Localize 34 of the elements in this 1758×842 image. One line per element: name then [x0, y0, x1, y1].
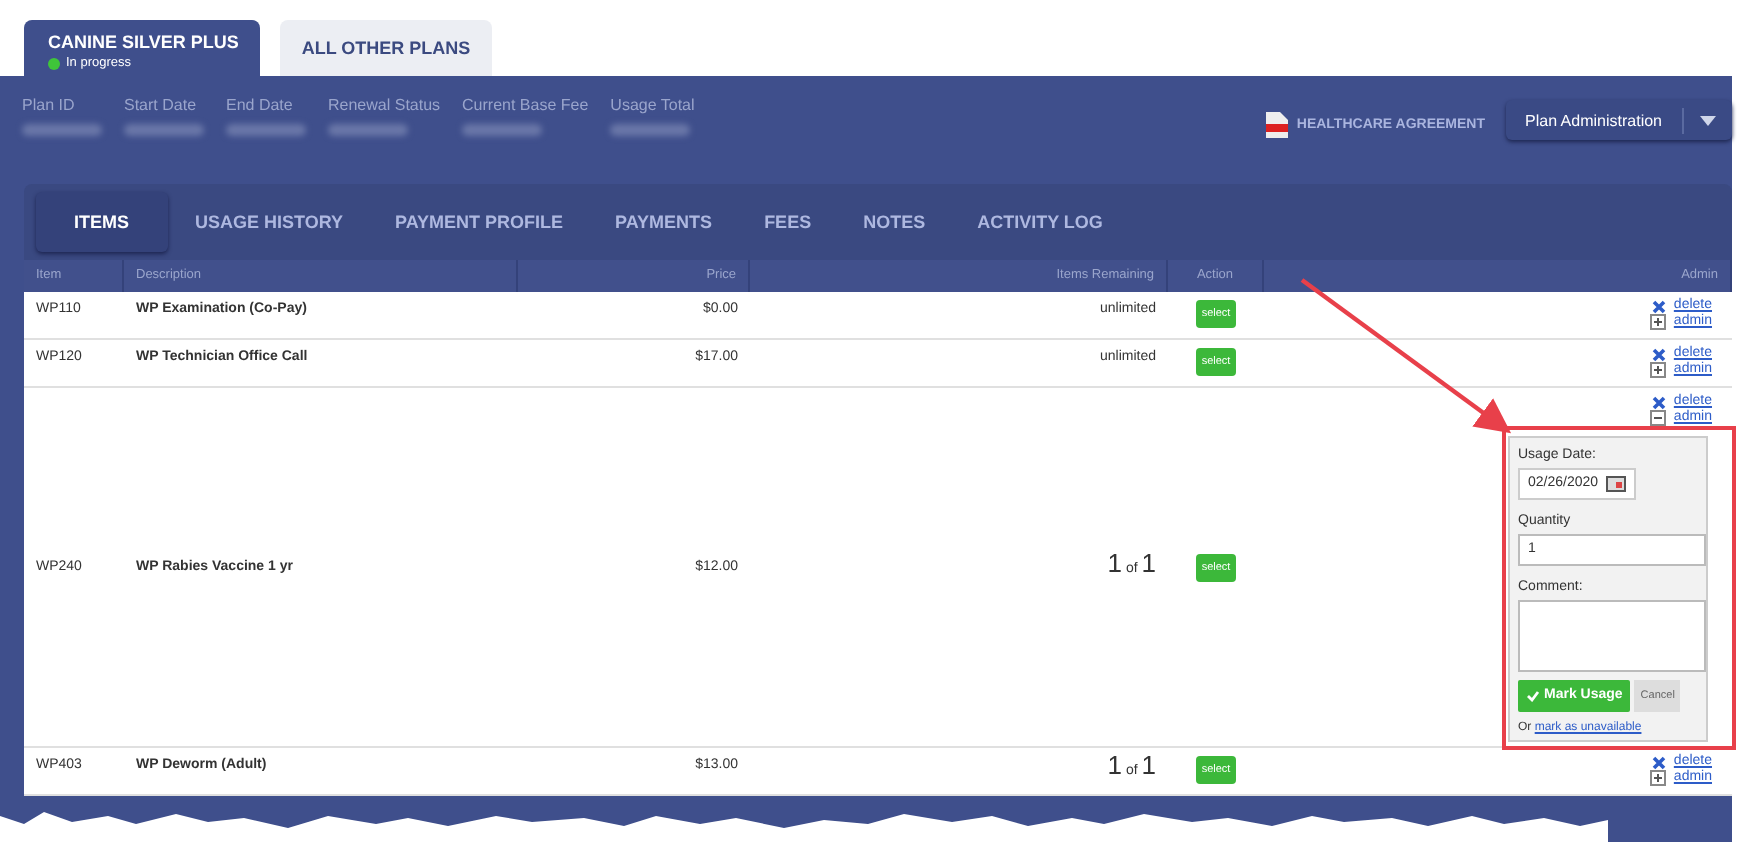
plan-admin-button[interactable]: Plan Administration — [1505, 100, 1732, 140]
nav-tab[interactable]: FEES — [740, 194, 836, 250]
blurred-value — [226, 124, 306, 136]
delete-icon — [1651, 347, 1666, 361]
expand-icon[interactable] — [1649, 770, 1666, 786]
caret-icon[interactable] — [1700, 115, 1716, 125]
field-label: End Date — [226, 96, 295, 114]
nav-tab[interactable]: PAYMENTS — [591, 194, 737, 250]
delete-icon — [1651, 299, 1666, 313]
expand-icon[interactable] — [1649, 362, 1666, 378]
field-label: Usage Total — [610, 96, 695, 114]
comment-field[interactable] — [1518, 600, 1706, 672]
nav-tab[interactable]: NOTES — [839, 194, 950, 250]
check-icon — [1526, 690, 1540, 702]
blurred-value — [462, 124, 543, 136]
nav-tab[interactable]: USAGE HISTORY — [171, 194, 368, 250]
delete-icon — [1651, 755, 1666, 769]
field-label: Plan ID — [22, 96, 77, 114]
blurred-value — [328, 124, 408, 136]
delete-icon — [1651, 395, 1666, 409]
blurred-value — [124, 124, 204, 136]
nav-tab[interactable]: PAYMENT PROFILE — [371, 194, 588, 250]
pdf-icon — [1266, 112, 1289, 138]
collapse-icon[interactable] — [1649, 410, 1666, 426]
field-label: Renewal Status — [328, 96, 441, 114]
plan-tab[interactable]: ALL OTHER PLANS — [280, 20, 492, 76]
nav-tab[interactable]: ACTIVITY LOG — [953, 194, 1127, 250]
calendar-icon[interactable] — [1606, 476, 1627, 492]
expand-icon[interactable] — [1649, 314, 1666, 330]
field-label: Current Base Fee — [462, 96, 589, 114]
blurred-value — [22, 124, 102, 136]
field-label: Start Date — [124, 96, 199, 114]
blurred-value — [610, 124, 691, 136]
nav-tab[interactable]: ITEMS — [36, 192, 168, 252]
